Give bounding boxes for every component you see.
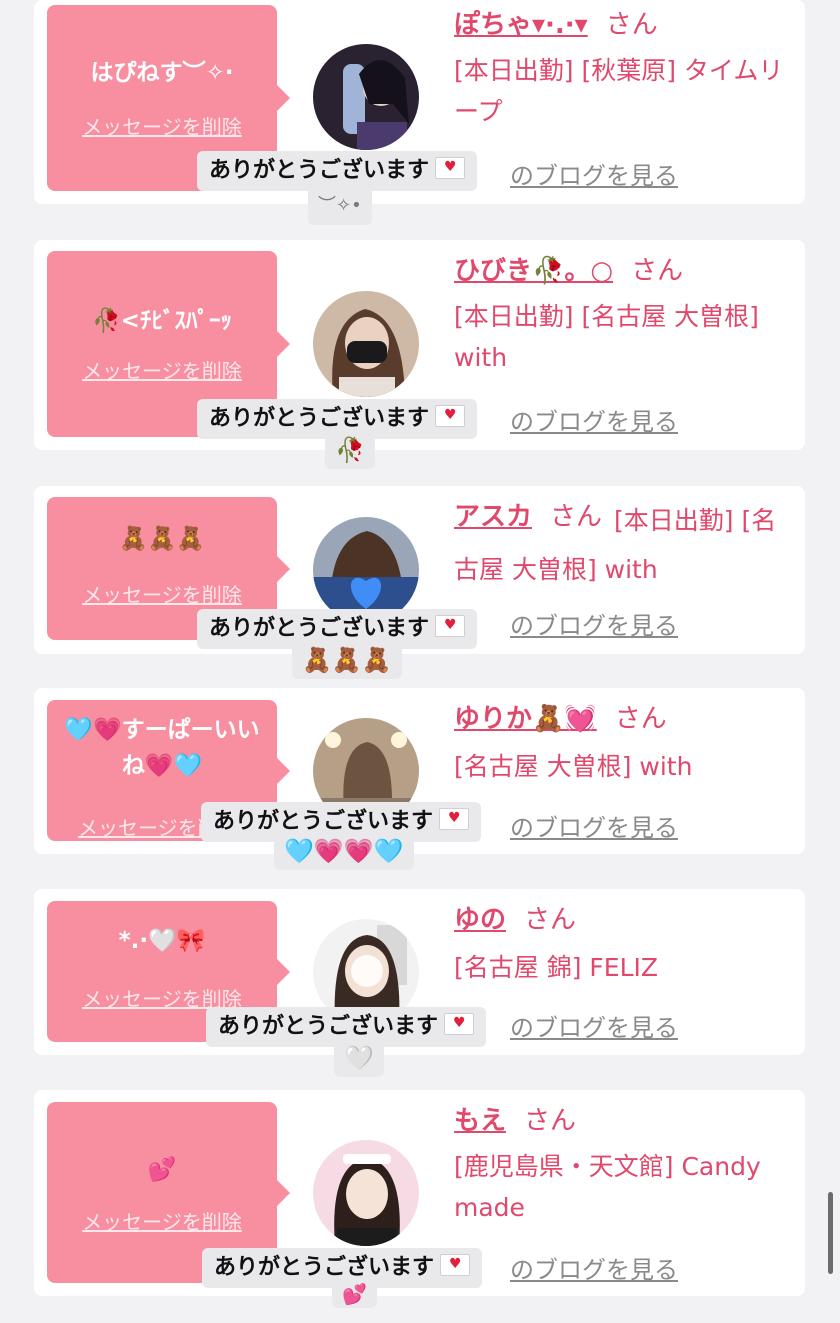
message-text: 🥀<ﾁﾋﾞｽﾊﾟｰｯ	[92, 308, 232, 334]
honorific: さん	[631, 256, 684, 286]
honorific: さん	[524, 1106, 577, 1136]
thanks-emoji-badge: 🧸🧸🧸	[292, 641, 402, 679]
delete-message-link[interactable]: メッセージを削除	[47, 1206, 277, 1235]
delete-message-link[interactable]: メッセージを削除	[47, 355, 277, 384]
sender-name-link[interactable]: もえ	[454, 1106, 506, 1136]
love-letter-icon	[435, 405, 466, 427]
thanks-emoji-badge: 🩵💗💗🩵	[274, 832, 414, 870]
message-card: 🩵💗すーぱーいいね💗🩵 メッセージを削除 ゆりか🧸💓 さん [名古屋 大曽根] w…	[34, 688, 805, 870]
thanks-emoji-badge: 🥀	[325, 431, 375, 469]
shop-info: [本日出勤] [秋葉原] タイムリープ	[454, 56, 784, 126]
thanks-emoji-badge: ︶✧•	[308, 187, 372, 225]
sender-name-link[interactable]: ゆりか🧸💓	[454, 704, 597, 734]
sender-name-line: ぽちゃ▾·.·▾ さん	[454, 3, 784, 48]
avatar[interactable]	[313, 517, 419, 623]
message-text: 🧸🧸🧸	[119, 526, 205, 552]
honorific: さん	[605, 10, 658, 40]
love-letter-icon	[435, 157, 466, 179]
sender-name-link[interactable]: ひびき🥀。○	[454, 256, 613, 286]
shop-info: [本日出勤] [名古屋 大曽根] with	[454, 506, 777, 584]
view-blog-link[interactable]: のブログを見る	[510, 156, 810, 191]
thanks-label: ありがとうございます	[209, 616, 430, 641]
message-card: *.·🤍🎀 メッセージを削除 ゆの さん [名古屋 錦] FELIZ のブログを見…	[34, 889, 805, 1077]
thanks-emoji-badge: 🤍	[334, 1039, 384, 1077]
love-letter-icon	[435, 615, 466, 637]
view-blog-link[interactable]: のブログを見る	[510, 402, 810, 437]
thanks-emoji-badge: 💕	[332, 1280, 377, 1308]
view-blog-link[interactable]: のブログを見る	[510, 606, 810, 641]
message-card: はぴねす︶✧· メッセージを削除 ぽちゃ▾·.·▾ さん [本日出勤] [秋葉原]…	[34, 0, 805, 225]
shop-info: [名古屋 錦] FELIZ	[454, 953, 659, 982]
delete-message-link[interactable]: メッセージを削除	[47, 111, 277, 140]
thanks-reply-badge: ありがとうございます	[197, 151, 478, 191]
shop-info: [本日出勤] [名古屋 大曽根] with	[454, 302, 759, 372]
message-text: はぴねす︶✧·	[90, 60, 234, 86]
sender-name-line: ひびき🥀。○ さん	[454, 249, 784, 294]
delete-message-link[interactable]: メッセージを削除	[47, 579, 277, 608]
shop-info: [名古屋 大曽根] with	[454, 752, 693, 781]
honorific: さん	[524, 905, 577, 935]
love-letter-icon	[440, 1254, 471, 1276]
view-blog-link[interactable]: のブログを見る	[510, 808, 810, 843]
avatar[interactable]	[313, 44, 419, 150]
honorific: さん	[614, 704, 667, 734]
message-text: *.·🤍🎀	[118, 928, 206, 954]
sender-name-line: ゆの さん	[454, 898, 784, 943]
scrollbar-thumb[interactable]	[828, 1192, 833, 1274]
thanks-label: ありがとうございます	[218, 1014, 439, 1039]
view-blog-link[interactable]: のブログを見る	[510, 1250, 810, 1285]
thanks-label: ありがとうございます	[209, 406, 430, 431]
message-card: 🧸🧸🧸 メッセージを削除 アスカ さん [本日出勤] [名古屋 大曽根] with…	[34, 486, 805, 679]
shop-info: [鹿児島県・天文館] Candy made	[454, 1152, 761, 1222]
sender-name-line: ゆりか🧸💓 さん	[454, 697, 784, 742]
message-text: 🩵💗すーぱーいいね💗🩵	[64, 717, 260, 779]
message-card: 🥀<ﾁﾋﾞｽﾊﾟｰｯ メッセージを削除 ひびき🥀。○ さん [本日出勤] [名古屋…	[34, 240, 805, 469]
avatar[interactable]	[313, 1140, 419, 1246]
thanks-label: ありがとうございます	[213, 809, 434, 834]
thanks-label: ありがとうございます	[214, 1255, 435, 1280]
thanks-label: ありがとうございます	[209, 158, 430, 183]
message-text: 💕	[147, 1157, 177, 1183]
message-card: 💕 メッセージを削除 もえ さん [鹿児島県・天文館] Candy made のブ…	[34, 1090, 805, 1308]
view-blog-link[interactable]: のブログを見る	[510, 1008, 810, 1043]
love-letter-icon	[444, 1013, 475, 1035]
love-letter-icon	[439, 808, 470, 830]
sender-name-link[interactable]: ぽちゃ▾·.·▾	[454, 10, 588, 40]
avatar[interactable]	[313, 291, 419, 397]
sender-name-link[interactable]: ゆの	[454, 905, 506, 935]
sender-name-line: もえ さん	[454, 1099, 784, 1144]
